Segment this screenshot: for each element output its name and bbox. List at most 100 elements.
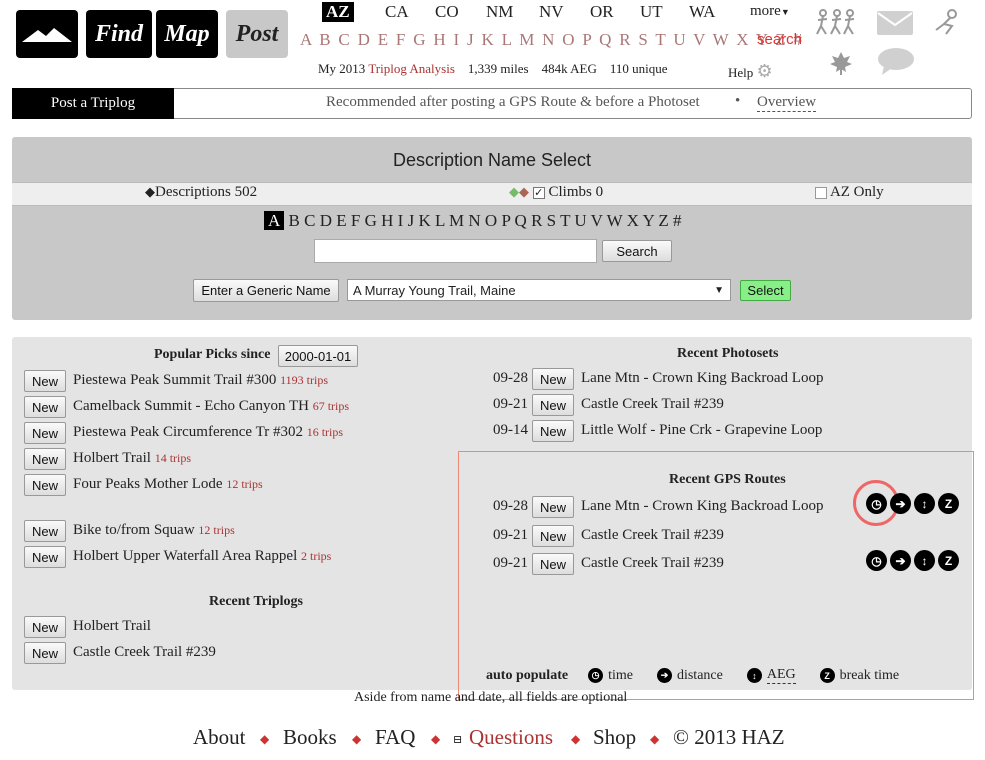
letter-c[interactable]: C — [304, 211, 315, 230]
letter-u[interactable]: U — [574, 211, 586, 230]
state-nv[interactable]: NV — [539, 2, 564, 22]
triplog-analysis-link[interactable]: Triplog Analysis — [368, 61, 455, 76]
letter-hash[interactable]: # — [673, 211, 682, 230]
letter-s[interactable]: S — [547, 211, 556, 230]
post-button[interactable]: Post — [226, 10, 288, 58]
az-only-checkbox[interactable] — [815, 186, 827, 199]
state-or[interactable]: OR — [590, 2, 614, 22]
letter-d[interactable]: D — [320, 211, 332, 230]
hiker-profile-icon[interactable] — [932, 8, 962, 38]
state-nm[interactable]: NM — [486, 2, 513, 22]
new-button[interactable]: New — [532, 496, 574, 518]
arrow-right-icon[interactable]: ➔ — [890, 493, 911, 514]
leaf-icon[interactable] — [828, 50, 854, 76]
description-dropdown[interactable]: A Murray Young Trail, Maine ▼ — [347, 279, 731, 301]
footer-shop[interactable]: Shop — [593, 725, 636, 750]
photoset-item[interactable]: Castle Creek Trail #239 — [581, 396, 724, 413]
z-icon[interactable]: Z — [938, 550, 959, 571]
select-button[interactable]: Select — [740, 280, 791, 301]
popular-pick-item[interactable]: Holbert Trail 14 trips — [73, 450, 191, 467]
up-down-icon[interactable]: ↕ — [914, 550, 935, 571]
letter-b[interactable]: B — [289, 211, 300, 230]
climbs-filter[interactable]: ◆◆ ✓ Climbs 0 — [509, 184, 603, 201]
z-icon[interactable]: Z — [938, 493, 959, 514]
mail-icon[interactable] — [876, 10, 914, 36]
letter-i[interactable]: I — [398, 211, 404, 230]
new-button[interactable]: New — [24, 422, 66, 444]
more-menu[interactable]: more▼ — [750, 3, 790, 20]
new-button[interactable]: New — [24, 396, 66, 418]
arrow-right-icon[interactable]: ➔ — [890, 550, 911, 571]
new-button[interactable]: New — [24, 546, 66, 568]
climbs-checkbox[interactable]: ✓ — [532, 186, 545, 199]
letter-r[interactable]: R — [531, 211, 542, 230]
search-button[interactable]: Search — [602, 240, 672, 262]
clock-icon[interactable]: ◷ — [866, 493, 887, 514]
recent-triplog-item[interactable]: Castle Creek Trail #239 — [73, 644, 216, 661]
letter-l[interactable]: L — [435, 211, 445, 230]
new-button[interactable]: New — [24, 616, 66, 638]
letter-f[interactable]: F — [351, 211, 360, 230]
letter-o[interactable]: O — [485, 211, 497, 230]
overview-link[interactable]: Overview — [757, 94, 817, 112]
gps-route-item[interactable]: Castle Creek Trail #239 — [581, 527, 724, 544]
new-button[interactable]: New — [532, 525, 574, 547]
new-button[interactable]: New — [24, 474, 66, 496]
letter-k[interactable]: K — [418, 211, 430, 230]
letter-e[interactable]: E — [336, 211, 346, 230]
letter-q[interactable]: Q — [515, 211, 527, 230]
footer-books[interactable]: Books — [283, 725, 337, 750]
footer-about[interactable]: About — [193, 725, 246, 750]
new-button[interactable]: New — [532, 553, 574, 575]
new-button[interactable]: New — [24, 448, 66, 470]
chat-bubble-icon[interactable] — [876, 47, 916, 77]
new-button[interactable]: New — [24, 520, 66, 542]
letter-j[interactable]: J — [408, 211, 415, 230]
state-az[interactable]: AZ — [322, 2, 354, 22]
clock-icon[interactable]: ◷ — [866, 550, 887, 571]
letter-n[interactable]: N — [468, 211, 480, 230]
recent-triplog-item[interactable]: Holbert Trail — [73, 618, 151, 635]
letter-g[interactable]: G — [365, 211, 377, 230]
popular-pick-item[interactable]: Bike to/from Squaw 12 trips — [73, 522, 235, 539]
new-button[interactable]: New — [532, 420, 574, 442]
new-button[interactable]: New — [24, 642, 66, 664]
popular-pick-item[interactable]: Piestewa Peak Circumference Tr #302 16 t… — [73, 424, 343, 441]
gps-route-item[interactable]: Lane Mtn - Crown King Backroad Loop — [581, 498, 823, 515]
letter-z[interactable]: Z — [658, 211, 668, 230]
up-down-icon[interactable]: ↕ — [914, 493, 935, 514]
descriptions-filter[interactable]: ◆Descriptions 502 — [145, 184, 257, 201]
state-ut[interactable]: UT — [640, 2, 663, 22]
description-search-input[interactable] — [314, 239, 597, 263]
state-wa[interactable]: WA — [689, 2, 715, 22]
photoset-item[interactable]: Lane Mtn - Crown King Backroad Loop — [581, 370, 823, 387]
search-link[interactable]: search — [757, 31, 802, 48]
new-button[interactable]: New — [24, 370, 66, 392]
letter-w[interactable]: W — [607, 211, 623, 230]
photoset-item[interactable]: Little Wolf - Pine Crk - Grapevine Loop — [581, 422, 822, 439]
letter-a[interactable]: A — [264, 211, 285, 230]
letter-p[interactable]: P — [501, 211, 510, 230]
find-button[interactable]: Find — [86, 10, 152, 58]
footer-faq[interactable]: FAQ — [375, 725, 415, 750]
map-button[interactable]: Map — [156, 10, 218, 58]
footer-questions[interactable]: Questions — [469, 725, 553, 750]
popular-pick-item[interactable]: Holbert Upper Waterfall Area Rappel 2 tr… — [73, 548, 331, 565]
letter-x[interactable]: X — [627, 211, 639, 230]
hikers-icon[interactable] — [815, 8, 857, 36]
help-link[interactable]: Help ⚙ — [728, 61, 773, 82]
since-date-button[interactable]: 2000-01-01 — [278, 345, 358, 367]
letter-m[interactable]: M — [449, 211, 464, 230]
letter-index[interactable]: A B C D E F G H I J K L M N O P Q R S T … — [300, 30, 804, 50]
state-ca[interactable]: CA — [385, 2, 409, 22]
gps-route-item[interactable]: Castle Creek Trail #239 — [581, 555, 724, 572]
popular-pick-item[interactable]: Piestewa Peak Summit Trail #300 1193 tri… — [73, 372, 328, 389]
az-only-filter[interactable]: AZ Only — [815, 184, 884, 201]
generic-name-button[interactable]: Enter a Generic Name — [193, 279, 339, 302]
letter-v[interactable]: V — [591, 211, 603, 230]
popular-pick-item[interactable]: Camelback Summit - Echo Canyon TH 67 tri… — [73, 398, 349, 415]
letter-h[interactable]: H — [381, 211, 393, 230]
letter-t[interactable]: T — [560, 211, 570, 230]
new-button[interactable]: New — [532, 368, 574, 390]
collapse-icon[interactable]: ⊟ — [453, 733, 462, 746]
